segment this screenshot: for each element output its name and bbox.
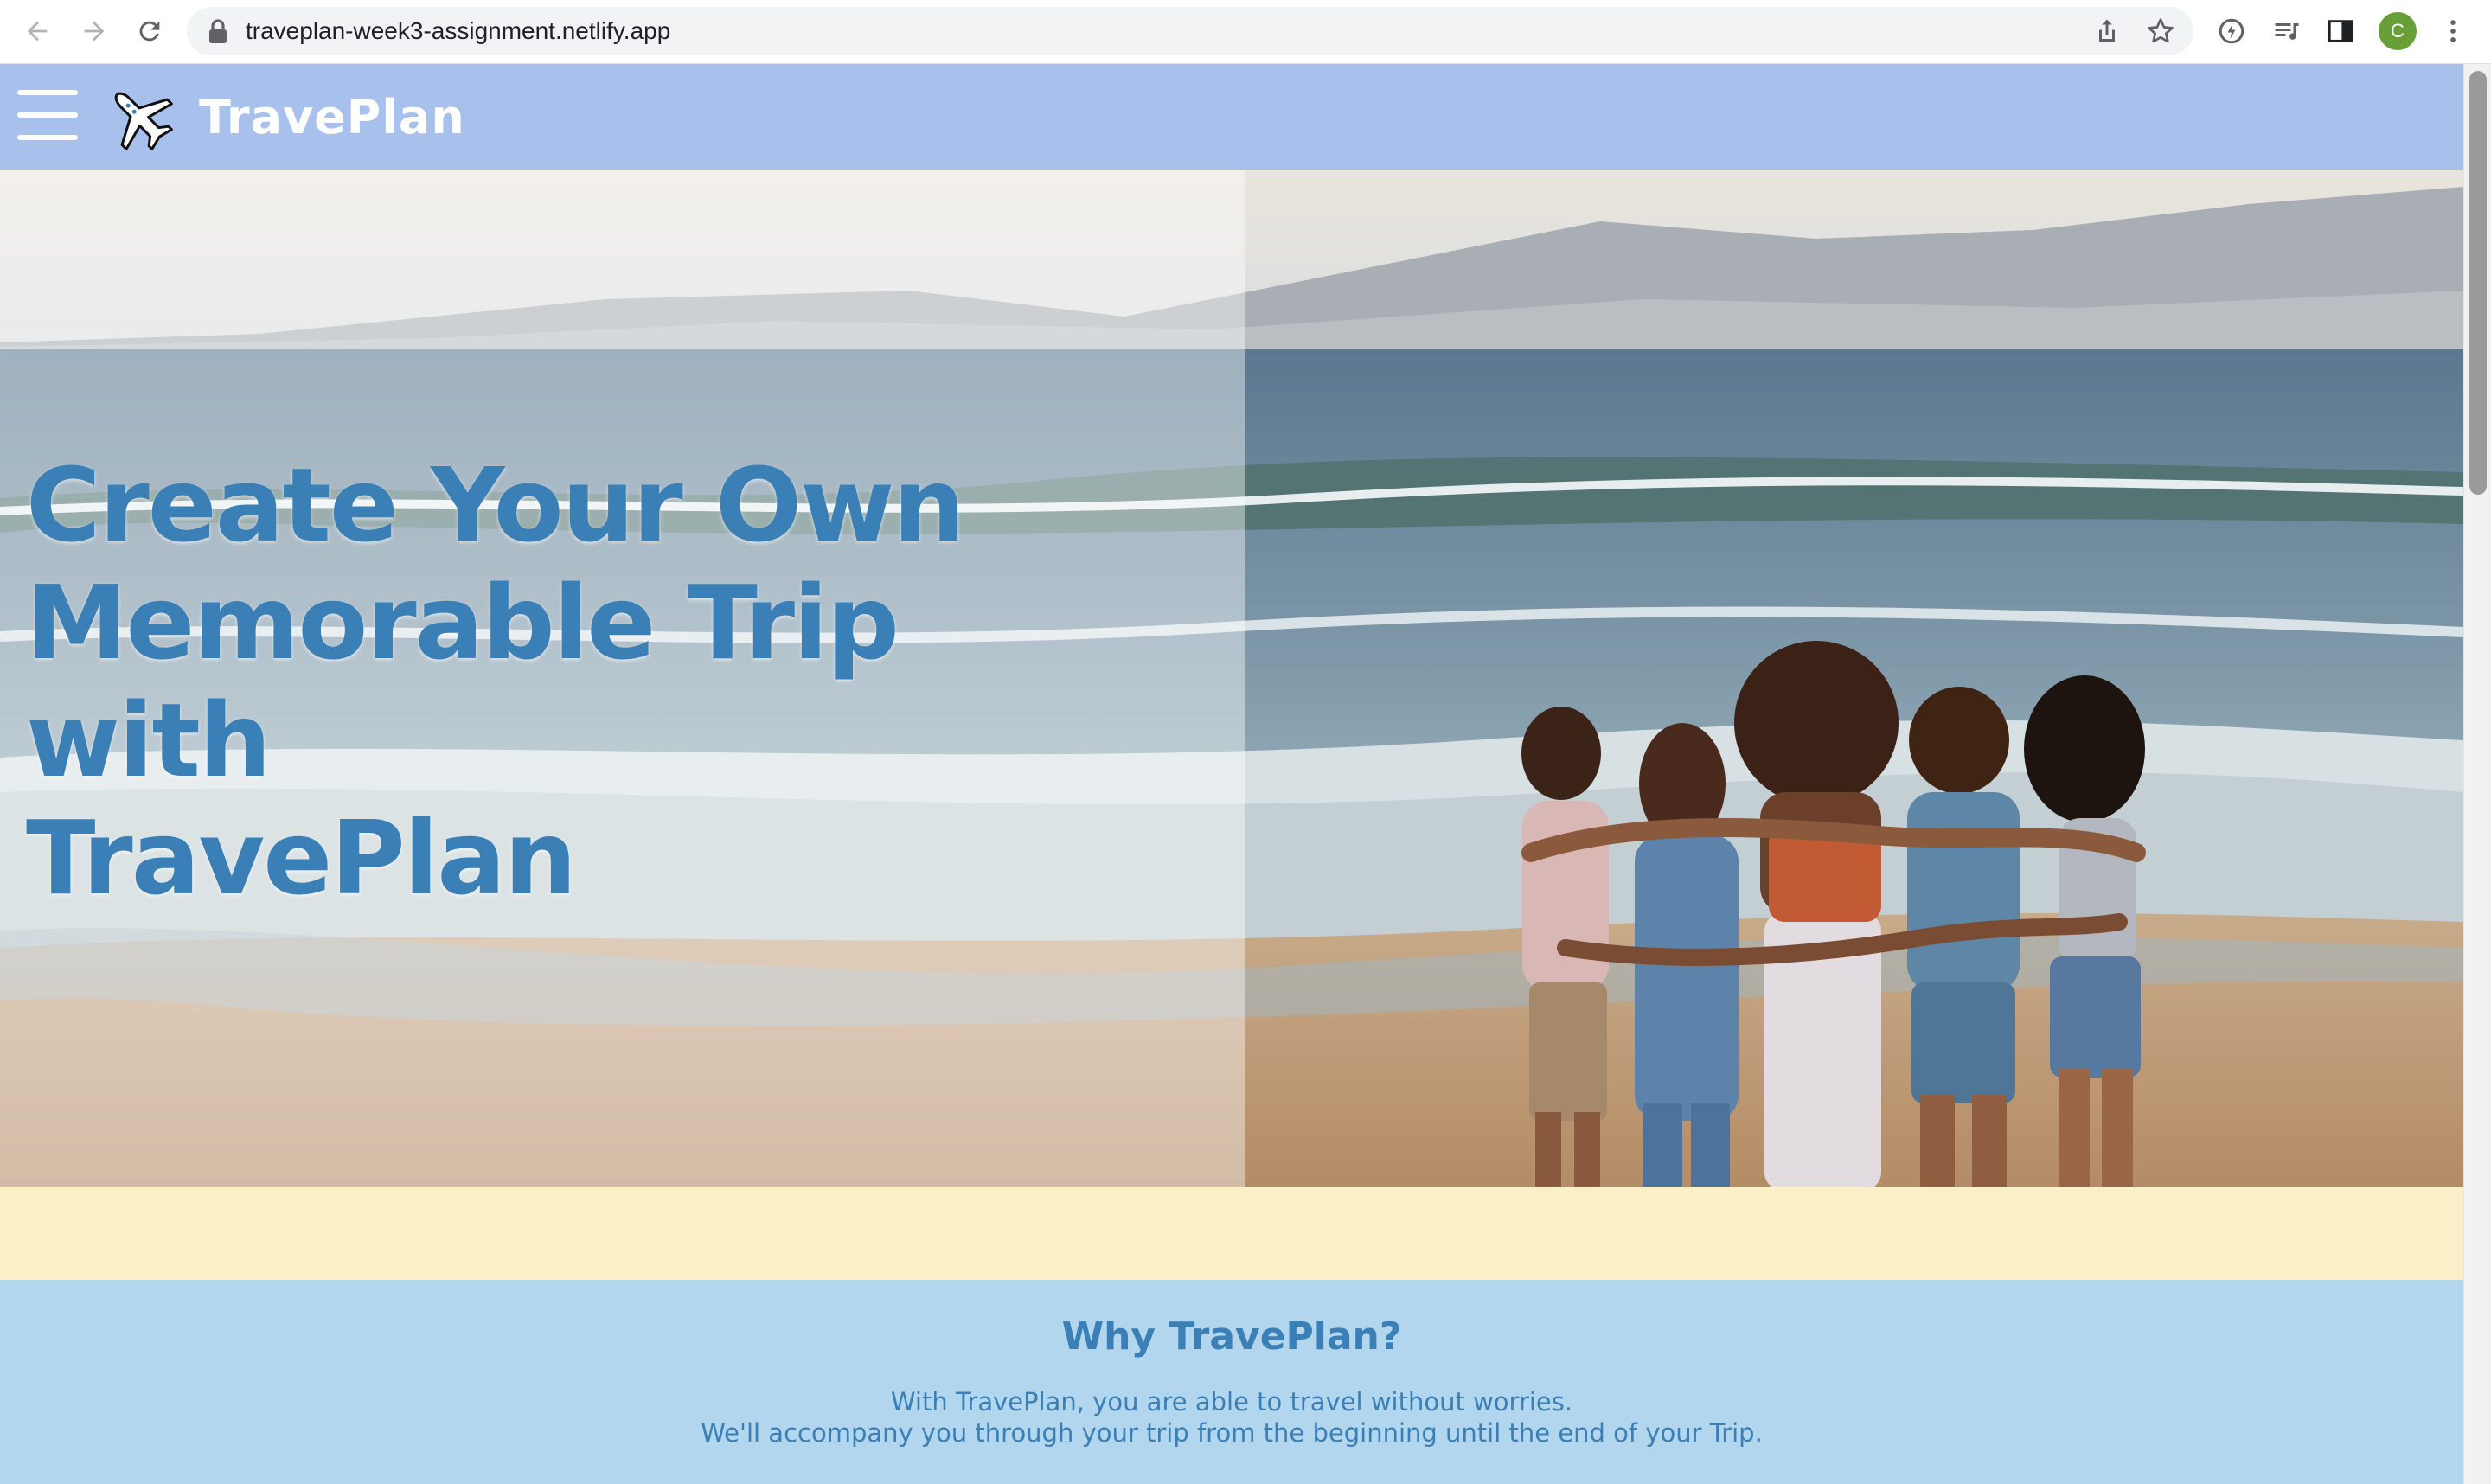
why-text-line2: We'll accompany you through your trip fr…	[701, 1418, 1763, 1448]
page-viewport: TravePlan Create Your Own Memorable Trip…	[0, 64, 2463, 1484]
airplane-icon[interactable]	[104, 81, 178, 156]
hero-section: Create Your Own Memorable Trip with Trav…	[0, 170, 2463, 1187]
address-bar[interactable]: traveplan-week3-assignment.netlify.app	[187, 7, 2193, 55]
extension-button[interactable]	[2214, 14, 2249, 48]
browser-toolbar: traveplan-week3-assignment.netlify.app C	[0, 0, 2491, 64]
reload-button[interactable]	[130, 11, 170, 51]
profile-avatar[interactable]: C	[2379, 12, 2417, 50]
hero-title-line: Create Your Own	[26, 445, 965, 565]
back-button[interactable]	[17, 11, 57, 51]
hamburger-line	[17, 135, 78, 140]
site-header: TravePlan	[0, 64, 2463, 170]
divider-band	[0, 1187, 2463, 1280]
lock-icon	[209, 19, 227, 43]
forward-icon	[84, 21, 105, 42]
back-icon	[27, 21, 48, 42]
why-section: Why TravePlan? With TravePlan, you are a…	[0, 1280, 2463, 1484]
hamburger-menu-button[interactable]	[17, 90, 78, 140]
scrollbar-thumb[interactable]	[2469, 71, 2487, 495]
url-text[interactable]: traveplan-week3-assignment.netlify.app	[246, 7, 670, 55]
page-scrollbar[interactable]	[2463, 64, 2491, 1484]
hero-title-line: TravePlan	[26, 798, 577, 918]
star-icon[interactable]	[2145, 16, 2176, 47]
hero-title-line: Memorable Trip with	[26, 563, 900, 800]
extension-icon	[2219, 18, 2244, 44]
media-icon	[2275, 23, 2299, 40]
share-icon[interactable]	[2091, 16, 2123, 47]
why-text-line1: With TravePlan, you are able to travel w…	[890, 1387, 1573, 1417]
sidepanel-icon	[2328, 20, 2353, 42]
menu-dots-icon	[2450, 20, 2456, 42]
media-button[interactable]	[2270, 14, 2304, 48]
why-title: Why TravePlan?	[1061, 1314, 1402, 1359]
hamburger-line	[17, 112, 78, 118]
sidepanel-button[interactable]	[2323, 14, 2358, 48]
reload-icon	[139, 21, 160, 42]
forward-button[interactable]	[74, 11, 114, 51]
brand-name[interactable]: TravePlan	[199, 83, 465, 152]
hero-title: Create Your Own Memorable Trip with Trav…	[26, 446, 1150, 917]
browser-menu-button[interactable]	[2436, 14, 2470, 48]
hamburger-icon	[17, 90, 78, 95]
